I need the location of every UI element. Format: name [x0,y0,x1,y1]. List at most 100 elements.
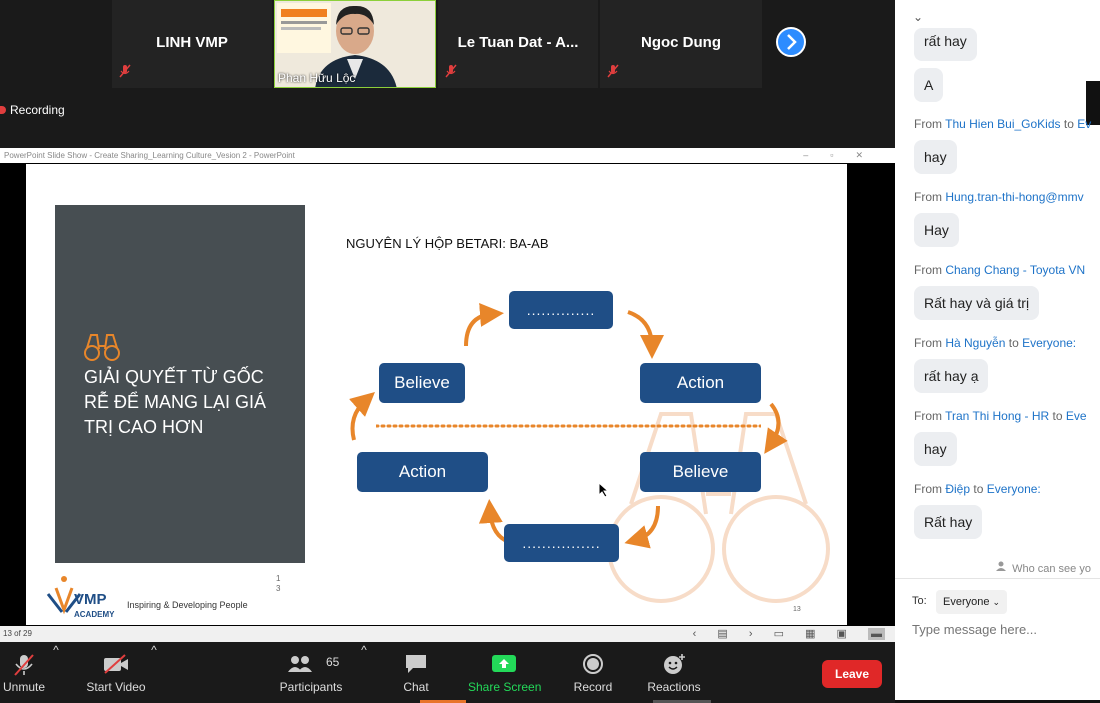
box-bottom: ................ [504,524,619,562]
participant-video-tile[interactable]: Phan Hữu Lộc [274,0,436,88]
next-slide-icon[interactable]: › [749,628,753,640]
recording-indicator[interactable]: Recording [0,103,65,117]
from-word: From [914,117,942,131]
chat-bubble-icon [394,653,438,675]
chat-message-bubble: hay [914,432,957,466]
sender-name[interactable]: Hà Nguyễn [945,336,1005,350]
slide-counter: 13 of 29 [3,629,32,638]
share-screen-button[interactable]: Share Screen [468,643,542,703]
participants-button[interactable]: 65 Participants [278,643,344,703]
chat-message-bubble: rất hay ạ [914,359,989,393]
sorter-view-icon[interactable]: ▦ [805,628,815,640]
leave-button[interactable]: Leave [822,660,882,688]
record-button[interactable]: Record [570,643,616,703]
chat-sender-line: From Thu Hien Bui_GoKids to Ev [914,117,1091,131]
chevron-down-icon[interactable]: ⌄ [913,10,923,24]
from-word: From [914,409,942,423]
start-video-label: Start Video [86,680,146,694]
from-word: From [914,190,942,204]
chat-panel: ⌄ rất hay A From Thu Hien Bui_GoKids to … [895,0,1100,703]
reading-view-icon[interactable]: ▣ [837,628,847,640]
audio-options-caret[interactable]: ^ [52,643,60,703]
record-icon [570,653,616,675]
participant-tile[interactable]: LINH VMP [112,0,272,88]
muted-mic-icon [118,64,132,83]
chevron-down-icon: ⌄ [992,597,1001,607]
next-page-button[interactable] [776,27,806,57]
to-word: to [1052,409,1063,423]
chat-label: Chat [403,680,429,694]
start-video-button[interactable]: Start Video [80,643,152,703]
box-believe-left: Believe [379,363,465,403]
sender-name[interactable]: Tran Thi Hong - HR [945,409,1049,423]
slideshow-view-icon[interactable]: ▬ [868,628,885,640]
reactions-smiley-icon [644,653,704,675]
logo-tagline: Inspiring & Developing People [127,600,248,610]
muted-mic-icon [0,653,48,676]
reactions-label: Reactions [647,680,701,694]
unmute-button[interactable]: Unmute [0,643,48,703]
chat-message-bubble: hay [914,140,957,174]
muted-mic-icon [606,64,620,83]
slide-page-indicator: 1 3 [276,574,280,594]
participant-tile[interactable]: Le Tuan Dat - A... [438,0,598,88]
meeting-toolbar: Unmute ^ Start Video ^ 65 Participants ^ [0,643,895,703]
to-word: to [1008,336,1019,350]
chat-message-bubble: A [914,68,944,102]
sender-name[interactable]: Thu Hien Bui_GoKids [945,117,1060,131]
to-word: to [973,482,984,496]
chat-message-bubble: Hay [914,213,959,247]
video-off-icon [80,653,152,675]
recipient-name[interactable]: Eve [1066,409,1087,423]
to-word: to [1063,117,1074,131]
box-top: .............. [509,291,613,329]
shared-screen: PowerPoint Slide Show - Create Sharing_L… [0,148,895,642]
chat-sender-line: From Hà Nguyễn to Everyone: [914,336,1076,350]
normal-view-icon[interactable]: ▭ [774,628,784,640]
recipient-value: Everyone [943,596,990,608]
participants-options-caret[interactable]: ^ [360,643,368,703]
participant-tile[interactable]: Ngoc Dung [600,0,762,88]
recipient-name[interactable]: Everyone: [987,482,1041,496]
from-word: From [914,263,942,277]
who-can-see-link[interactable]: Who can see yo [995,560,1091,575]
participant-name: Phan Hữu Lộc [278,71,356,85]
recipient-name[interactable]: Everyone: [1022,336,1076,350]
to-label: To: [912,595,927,607]
divider [895,578,1100,579]
record-label: Record [573,680,613,694]
prev-slide-icon[interactable]: ‹ [693,628,697,640]
sender-name[interactable]: Điệp [945,482,970,496]
muted-mic-icon [444,64,458,83]
slide-menu-icon[interactable]: ▤ [717,628,727,640]
mouse-cursor-icon [598,481,610,503]
chat-message-list[interactable]: rất hay A From Thu Hien Bui_GoKids to Ev… [895,28,1100,553]
chat-sender-line: From Hung.tran-thi-hong@mmv [914,190,1084,204]
share-screen-icon [468,653,540,675]
participants-label: Participants [279,680,343,694]
chevron-right-icon [787,34,797,50]
recipient-select[interactable]: Everyone ⌄ [936,590,1008,614]
chat-message-bubble: rất hay [914,28,977,61]
chat-message-bubble: Rất hay [914,505,983,539]
sender-name[interactable]: Chang Chang - Toyota VN [945,263,1085,277]
ppt-statusbar: 13 of 29 ‹ ▤ › ▭ ▦ ▣ ▬ [0,626,895,642]
svg-text:VMP: VMP [74,591,107,608]
chat-sender-line: From Điệp to Everyone: [914,482,1041,496]
video-options-caret[interactable]: ^ [150,643,158,703]
sender-name[interactable]: Hung.tran-thi-hong@mmv [945,190,1083,204]
share-screen-label: Share Screen [468,680,542,694]
recipient-name[interactable]: Ev [1077,117,1091,131]
zoom-window: LINH VMP Phan Hữu Lộc Le Tuan Dat - A...… [0,0,1100,703]
slide: GIẢI QUYẾT TỪ GỐC RỄ ĐỂ MANG LẠI GIÁ TRỊ… [26,164,847,625]
chat-button[interactable]: Chat [394,643,438,703]
ppt-window-title: PowerPoint Slide Show - Create Sharing_L… [4,151,295,160]
from-word: From [914,336,942,350]
unmute-label: Unmute [2,680,46,694]
who-can-see-label: Who can see yo [1012,563,1091,575]
chat-sender-line: From Chang Chang - Toyota VN [914,263,1085,277]
page-digit: 1 [276,574,281,583]
chat-message-input[interactable] [912,622,1092,637]
reactions-button[interactable]: Reactions [644,643,704,703]
participant-name: Ngoc Dung [641,34,721,51]
